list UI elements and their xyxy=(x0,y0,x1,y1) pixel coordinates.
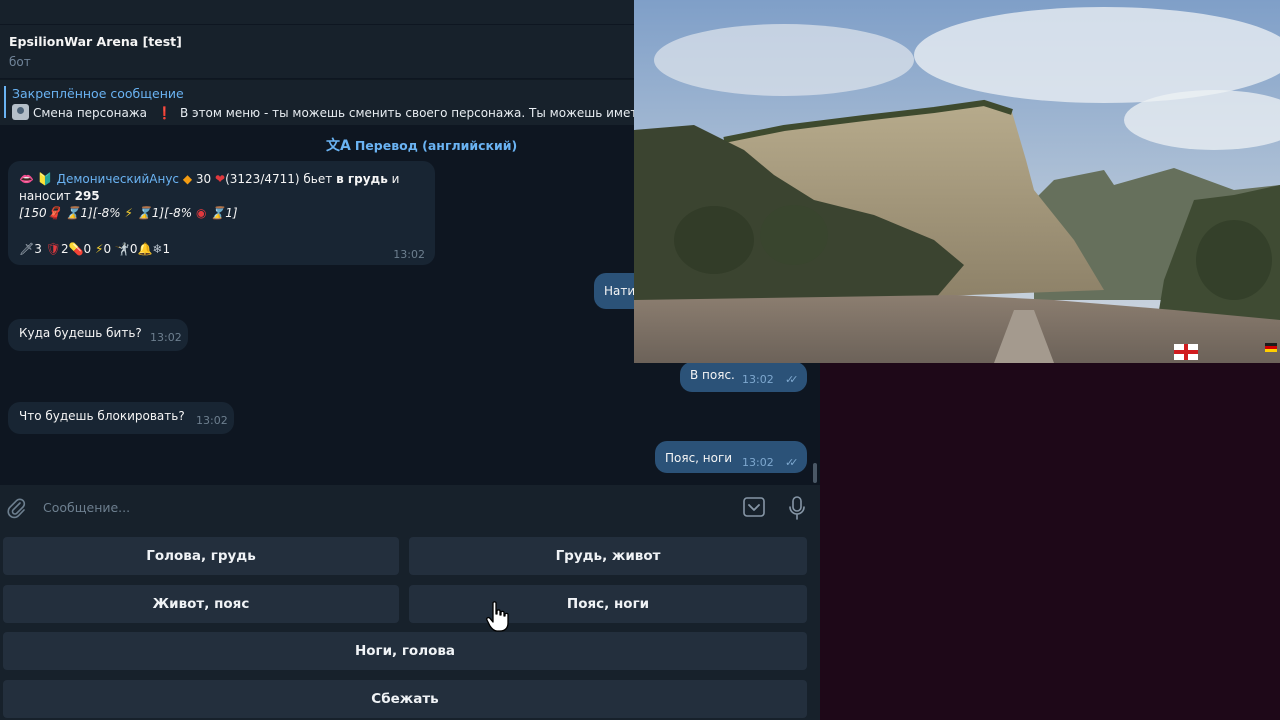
stat-5: 0 xyxy=(129,242,138,256)
battle-line-3: [150🧣 ⌛1][-8% ⚡ ⌛1][-8% ◉ ⌛1] xyxy=(19,206,238,220)
keyboard-button-legs-head[interactable]: Ноги, голова xyxy=(3,632,807,670)
hand-cursor-icon xyxy=(486,601,509,632)
translate-icon: 文A xyxy=(326,138,351,154)
tree xyxy=(674,206,754,274)
snowflake-icon: ❄ xyxy=(152,242,163,256)
stat-4: 0 xyxy=(103,242,112,256)
pinned-preview: Смена персонажа ❗ В этом меню - ты можешь … xyxy=(12,104,644,120)
effect-2: 1][-8% xyxy=(80,206,121,220)
keyboard-button-flee[interactable]: Сбежать xyxy=(3,680,807,718)
pinned-accent-bar xyxy=(4,86,6,118)
translate-bar[interactable]: 文A Перевод (английский) xyxy=(326,135,517,155)
stat-6: 1 xyxy=(162,242,171,256)
translate-label: Перевод (английский) xyxy=(354,138,518,153)
message-time: 13:02 xyxy=(150,331,182,344)
read-checkmarks-icon: ✓✓ xyxy=(785,456,799,469)
diamond-icon: ◆ xyxy=(182,172,193,186)
outgoing-message: Пояс, ноги 13:02 ✓✓ xyxy=(655,441,807,473)
hourglass-icon-2: ⌛ xyxy=(136,206,152,220)
player-level: 30 xyxy=(195,172,212,186)
scarf-icon: 🧣 xyxy=(46,206,62,220)
message-time: 13:02 xyxy=(742,456,774,469)
message-text: Куда будешь бить? xyxy=(19,326,142,340)
fencing-icon: 🤺 xyxy=(114,242,130,256)
outgoing-message: В пояс. 13:02 ✓✓ xyxy=(680,362,807,392)
chat-subtitle: бот xyxy=(9,55,31,69)
player-hp: (3123/4711) xyxy=(225,172,300,186)
eye-icon: ◉ xyxy=(195,206,207,220)
damage-value: 295 xyxy=(74,189,100,203)
keyboard-button-waist-legs[interactable]: Пояс, ноги xyxy=(409,585,807,623)
stat-3: 0 xyxy=(83,242,92,256)
battle-stats: 🗡3 🛡2💊0 ⚡0 🤺0🔔❄1 xyxy=(19,242,170,256)
battle-and: и xyxy=(391,172,400,186)
georgian-flag-icon xyxy=(1174,344,1198,360)
damage-label: наносит xyxy=(19,189,71,203)
battle-line-1: 👄 🔰 ДемоническийАнус ◆ 30 ❤(3123/4711) б… xyxy=(19,171,419,205)
message-time: 13:02 xyxy=(196,414,228,427)
stat-2: 2 xyxy=(60,242,69,256)
exclamation-icon: ❗ xyxy=(156,106,172,120)
battle-action: бьет xyxy=(303,172,333,186)
read-checkmarks-icon: ✓✓ xyxy=(785,373,799,386)
message-text: Пояс, ноги xyxy=(665,451,733,465)
heart-icon: ❤ xyxy=(215,172,226,186)
incoming-message: Куда будешь бить? 13:02 xyxy=(8,319,188,351)
character-icon xyxy=(12,104,29,120)
lips-icon: 👄 xyxy=(19,172,34,186)
hourglass-icon: ⌛ xyxy=(65,206,81,220)
message-composer xyxy=(0,485,820,530)
cloud xyxy=(654,24,914,96)
microphone-icon[interactable] xyxy=(787,495,807,521)
pinned-text: В этом меню - ты можешь сменить своего п… xyxy=(179,106,645,120)
battle-message: 👄 🔰 ДемоническийАнус ◆ 30 ❤(3123/4711) б… xyxy=(8,161,435,265)
message-text: Нати xyxy=(604,284,636,298)
german-flag-icon xyxy=(1265,343,1277,352)
bell-icon: 🔔 xyxy=(137,242,153,256)
message-text: Что будешь блокировать? xyxy=(19,409,185,423)
tree xyxy=(760,205,828,265)
incoming-message: Что будешь блокировать? 13:02 xyxy=(8,402,234,434)
message-text: В пояс. xyxy=(690,368,735,382)
pinned-label: Смена персонажа xyxy=(33,106,147,120)
bot-keyboard-icon[interactable] xyxy=(742,496,766,518)
lightning-icon: ⚡ xyxy=(124,206,133,220)
keyboard-button-chest-belly[interactable]: Грудь, живот xyxy=(409,537,807,575)
shield-badge-icon: 🔰 xyxy=(37,172,53,186)
effect-1: [150 xyxy=(19,206,47,220)
paperclip-icon[interactable] xyxy=(6,497,26,519)
sword-icon: 🗡 xyxy=(19,242,35,256)
stat-1: 3 xyxy=(34,242,42,256)
keyboard-button-belly-waist[interactable]: Живот, пояс xyxy=(3,585,399,623)
message-time: 13:02 xyxy=(742,373,774,386)
effect-3: 1][-8% xyxy=(151,206,193,220)
battle-target: в грудь xyxy=(336,172,388,186)
hourglass-icon-3: ⌛ xyxy=(210,206,226,220)
chat-scrollbar[interactable] xyxy=(813,463,817,483)
message-input[interactable] xyxy=(36,493,716,521)
cloud xyxy=(914,7,1280,103)
message-time: 13:02 xyxy=(393,248,425,261)
chat-title: EpsilionWar Arena [test] xyxy=(9,34,182,49)
pill-icon: 💊 xyxy=(68,242,84,256)
keyboard-button-head-chest[interactable]: Голова, грудь xyxy=(3,537,399,575)
video-overlay xyxy=(634,0,1280,363)
player-name[interactable]: ДемоническийАнус xyxy=(57,172,179,186)
tree xyxy=(1196,220,1272,300)
effect-4: 1] xyxy=(225,206,238,220)
shield-icon: 🛡 xyxy=(45,242,61,256)
pinned-title: Закреплённое сообщение xyxy=(12,86,184,101)
